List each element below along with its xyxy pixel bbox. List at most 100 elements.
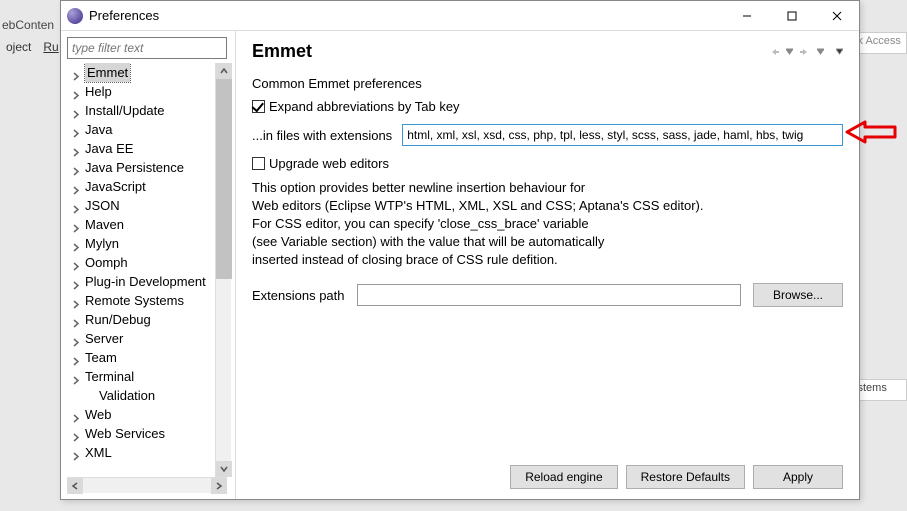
apply-button[interactable]: Apply	[753, 465, 843, 489]
chevron-right-icon[interactable]	[71, 181, 83, 193]
tree-item-remote-systems[interactable]: Remote Systems	[67, 291, 215, 310]
tree-item-label: Plug-in Development	[85, 272, 206, 291]
common-label: Common Emmet preferences	[252, 76, 843, 91]
main-panel: Emmet Common Emmet preferences Expand ab…	[236, 31, 859, 499]
browse-button[interactable]: Browse...	[753, 283, 843, 307]
reload-engine-button[interactable]: Reload engine	[510, 465, 617, 489]
close-button[interactable]	[814, 1, 859, 30]
tree-item-javascript[interactable]: JavaScript	[67, 177, 215, 196]
chevron-right-icon[interactable]	[71, 67, 83, 79]
view-menu[interactable]	[836, 48, 843, 55]
upgrade-checkbox[interactable]	[252, 157, 265, 170]
tree-item-xml[interactable]: XML	[67, 443, 215, 462]
tree-hscrollbar[interactable]	[67, 477, 227, 493]
chevron-right-icon[interactable]	[71, 371, 83, 383]
tree-item-label: Remote Systems	[85, 291, 184, 310]
tree-item-label: Validation	[99, 386, 155, 405]
chevron-right-icon[interactable]	[71, 200, 83, 212]
tree-item-label: XML	[85, 443, 112, 462]
tree-item-web-services[interactable]: Web Services	[67, 424, 215, 443]
chevron-right-icon[interactable]	[71, 143, 83, 155]
minimize-button[interactable]	[724, 1, 769, 30]
preference-tree[interactable]: EmmetHelpInstall/UpdateJavaJava EEJava P…	[67, 63, 215, 477]
chevron-right-icon[interactable]	[71, 276, 83, 288]
tree-item-label: Install/Update	[85, 101, 165, 120]
tree-item-label: Maven	[85, 215, 124, 234]
chevron-right-icon[interactable]	[71, 447, 83, 459]
expand-tab-row[interactable]: Expand abbreviations by Tab key	[252, 99, 843, 114]
tree-vscrollbar[interactable]	[215, 63, 231, 477]
tree-item-label: Java	[85, 120, 112, 139]
tree-item-java[interactable]: Java	[67, 120, 215, 139]
chevron-right-icon[interactable]	[71, 124, 83, 136]
nav-arrows	[768, 46, 843, 58]
filter-input[interactable]	[67, 37, 227, 59]
scroll-down-button[interactable]	[216, 461, 232, 477]
tree-item-emmet[interactable]: Emmet	[67, 63, 215, 82]
tree-item-install-update[interactable]: Install/Update	[67, 101, 215, 120]
upgrade-row[interactable]: Upgrade web editors	[252, 156, 843, 171]
nav-forward-button[interactable]	[799, 46, 811, 58]
ext-path-input[interactable]	[357, 284, 741, 306]
extensions-input[interactable]	[402, 124, 843, 146]
tree-item-label: Run/Debug	[85, 310, 151, 329]
tree-item-mylyn[interactable]: Mylyn	[67, 234, 215, 253]
tree-item-java-ee[interactable]: Java EE	[67, 139, 215, 158]
expand-tab-checkbox[interactable]	[252, 100, 265, 113]
chevron-right-icon[interactable]	[71, 352, 83, 364]
chevron-right-icon[interactable]	[71, 257, 83, 269]
chevron-right-icon[interactable]	[71, 219, 83, 231]
nav-back-menu[interactable]	[786, 48, 793, 55]
tree-item-label: Team	[85, 348, 117, 367]
tree-item-label: Server	[85, 329, 123, 348]
chevron-right-icon[interactable]	[71, 333, 83, 345]
tree-item-terminal[interactable]: Terminal	[67, 367, 215, 386]
tree-item-team[interactable]: Team	[67, 348, 215, 367]
scroll-left-button[interactable]	[67, 478, 83, 494]
tree-item-label: Help	[85, 82, 112, 101]
extensions-label: ...in files with extensions	[252, 128, 392, 143]
chevron-right-icon[interactable]	[71, 238, 83, 250]
chevron-right-icon[interactable]	[71, 162, 83, 174]
tree-item-oomph[interactable]: Oomph	[67, 253, 215, 272]
chevron-right-icon[interactable]	[71, 428, 83, 440]
scroll-up-button[interactable]	[216, 63, 232, 79]
tree-item-label: Terminal	[85, 367, 134, 386]
preferences-dialog: Preferences EmmetHelpInstall/UpdateJavaJ…	[60, 0, 860, 500]
sidebar: EmmetHelpInstall/UpdateJavaJava EEJava P…	[61, 31, 236, 499]
tree-item-label: JSON	[85, 196, 120, 215]
tree-item-java-persistence[interactable]: Java Persistence	[67, 158, 215, 177]
tree-item-label: Java EE	[85, 139, 133, 158]
tree-item-label: JavaScript	[85, 177, 146, 196]
chevron-right-icon[interactable]	[71, 105, 83, 117]
expand-tab-label: Expand abbreviations by Tab key	[269, 99, 460, 114]
description-text: This option provides better newline inse…	[252, 179, 843, 269]
nav-forward-menu[interactable]	[817, 48, 824, 55]
restore-defaults-button[interactable]: Restore Defaults	[626, 465, 745, 489]
tree-item-web[interactable]: Web	[67, 405, 215, 424]
tree-item-maven[interactable]: Maven	[67, 215, 215, 234]
titlebar: Preferences	[61, 1, 859, 31]
chevron-right-icon[interactable]	[71, 314, 83, 326]
scroll-thumb[interactable]	[216, 79, 232, 279]
chevron-right-icon[interactable]	[71, 86, 83, 98]
scroll-right-button[interactable]	[211, 478, 227, 494]
window-title: Preferences	[89, 8, 724, 23]
tree-item-json[interactable]: JSON	[67, 196, 215, 215]
chevron-right-icon[interactable]	[71, 409, 83, 421]
tree-item-plug-in-development[interactable]: Plug-in Development	[67, 272, 215, 291]
chevron-right-icon[interactable]	[85, 390, 97, 402]
tree-item-help[interactable]: Help	[67, 82, 215, 101]
upgrade-label: Upgrade web editors	[269, 156, 389, 171]
tree-item-label: Web	[85, 405, 112, 424]
annotation-arrow	[845, 118, 899, 149]
ext-path-label: Extensions path	[252, 288, 345, 303]
tree-item-label: Java Persistence	[85, 158, 184, 177]
tree-item-run-debug[interactable]: Run/Debug	[67, 310, 215, 329]
tree-item-label: Web Services	[85, 424, 165, 443]
tree-item-server[interactable]: Server	[67, 329, 215, 348]
tree-item-validation[interactable]: Validation	[67, 386, 215, 405]
maximize-button[interactable]	[769, 1, 814, 30]
chevron-right-icon[interactable]	[71, 295, 83, 307]
nav-back-button[interactable]	[768, 46, 780, 58]
